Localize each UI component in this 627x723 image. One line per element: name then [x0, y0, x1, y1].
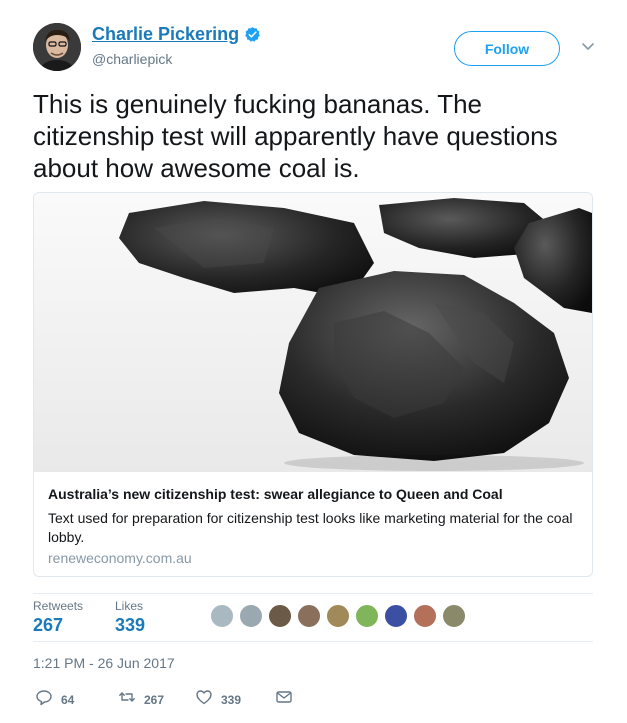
card-description: Text used for preparation for citizenshi… — [48, 510, 573, 545]
reply-icon — [35, 688, 53, 711]
divider — [33, 593, 593, 594]
divider — [33, 641, 593, 642]
link-card[interactable]: Australia’s new citizenship test: swear … — [33, 192, 593, 577]
like-count: 339 — [221, 692, 242, 707]
author-name-row: Charlie Pickering — [92, 24, 261, 45]
likes-count: 339 — [115, 615, 146, 635]
heart-icon — [195, 688, 213, 711]
follow-button[interactable]: Follow — [454, 31, 560, 66]
likes-label: Likes — [115, 599, 144, 613]
liker-avatar[interactable] — [384, 604, 408, 628]
retweet-icon — [118, 688, 136, 711]
chevron-down-icon[interactable] — [579, 37, 597, 55]
card-image-coal[interactable] — [34, 193, 592, 472]
retweets-label: Retweets — [33, 599, 84, 613]
liker-avatar[interactable] — [210, 604, 234, 628]
card-domain[interactable]: reneweconomy.com.au — [48, 550, 192, 566]
liker-avatar[interactable] — [442, 604, 466, 628]
tweet-timestamp[interactable]: 1:21 PM - 26 Jun 2017 — [33, 655, 175, 671]
likes-stat[interactable]: Likes 339 — [115, 599, 145, 636]
retweet-button[interactable]: 267 — [118, 688, 164, 711]
liker-avatar[interactable] — [297, 604, 321, 628]
liker-avatar[interactable] — [268, 604, 292, 628]
tweet-text: This is genuinely fucking bananas. The c… — [33, 89, 558, 183]
reply-button[interactable]: 64 — [35, 688, 74, 711]
author-avatar[interactable] — [33, 23, 81, 71]
card-title[interactable]: Australia’s new citizenship test: swear … — [48, 486, 503, 502]
tweet-header: Charlie Pickering @charliepick Follow — [33, 20, 603, 72]
liker-facepile — [210, 604, 471, 632]
retweets-count: 267 — [33, 615, 64, 635]
reply-count: 64 — [61, 692, 75, 707]
author-handle[interactable]: @charliepick — [92, 51, 172, 67]
liker-avatar[interactable] — [326, 604, 350, 628]
verified-badge-icon — [244, 26, 261, 43]
liker-avatar[interactable] — [239, 604, 263, 628]
envelope-icon — [275, 688, 293, 711]
like-button[interactable]: 339 — [195, 688, 241, 711]
liker-avatar[interactable] — [355, 604, 379, 628]
retweet-count: 267 — [144, 692, 165, 707]
author-name[interactable]: Charlie Pickering — [92, 24, 239, 45]
direct-message-button[interactable] — [275, 688, 293, 711]
retweets-stat[interactable]: Retweets 267 — [33, 599, 83, 636]
liker-avatar[interactable] — [413, 604, 437, 628]
